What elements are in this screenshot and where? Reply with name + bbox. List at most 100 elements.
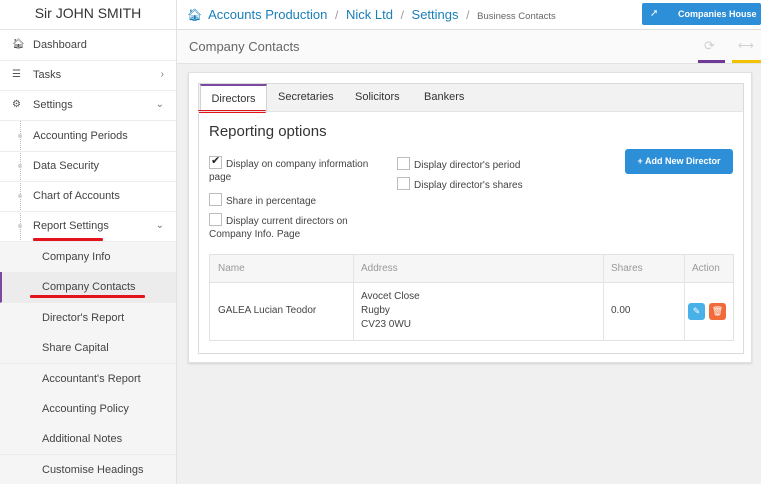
- page-header: Company Contacts ⟳ ⟷: [177, 30, 761, 64]
- tree-dot: [18, 224, 22, 228]
- nav-chart-of-accounts-label: Chart of Accounts: [33, 190, 120, 202]
- chevron-right-icon: ›: [160, 69, 164, 80]
- option-label: Display on company information page: [209, 159, 369, 183]
- nav-accounting-periods-label: Accounting Periods: [33, 130, 128, 142]
- refresh-icon[interactable]: ⟳: [704, 38, 715, 54]
- tab-directors-label: Directors: [211, 93, 256, 105]
- edit-button[interactable]: ✎: [688, 303, 705, 320]
- crumb-settings[interactable]: Settings: [412, 7, 459, 22]
- option-display-on-company-info[interactable]: Display on company information page: [209, 155, 379, 184]
- nav-company-info[interactable]: Company Info: [0, 242, 176, 273]
- top-bar: 🏠︎ Accounts Production / Nick Ltd / Sett…: [177, 0, 761, 30]
- column-divider: [603, 255, 604, 340]
- report-settings-underline: [33, 238, 103, 241]
- crumb-separator: /: [400, 8, 404, 22]
- nav-settings-label: Settings: [33, 99, 73, 111]
- external-link-icon: ➚: [650, 8, 659, 19]
- crumb-accounts-production[interactable]: Accounts Production: [208, 7, 327, 22]
- nav-directors-report-label: Director's Report: [42, 312, 125, 324]
- nav-tasks-label: Tasks: [33, 69, 62, 81]
- home-icon: 🏠︎: [12, 39, 25, 50]
- directors-table: Name Address Shares Action GALEA Lucian …: [209, 254, 734, 341]
- nav-accountants-report[interactable]: Accountant's Report: [0, 364, 176, 395]
- tab-secretaries-label: Secretaries: [278, 91, 334, 103]
- option-display-current-directors[interactable]: Display current directors on Company Inf…: [209, 213, 364, 241]
- tree-dot: [18, 164, 22, 168]
- tab-bankers[interactable]: Bankers: [424, 84, 464, 112]
- tab-secretaries[interactable]: Secretaries: [278, 84, 334, 112]
- option-label: Share in percentage: [226, 196, 317, 207]
- checkbox[interactable]: [397, 177, 410, 190]
- nav-customise-headings[interactable]: Customise Headings: [0, 455, 176, 484]
- nav-accounting-policy[interactable]: Accounting Policy: [0, 394, 176, 425]
- home-icon[interactable]: 🏠︎: [187, 8, 202, 22]
- nav-chart-of-accounts[interactable]: Chart of Accounts: [0, 181, 176, 212]
- checkbox[interactable]: [209, 213, 222, 226]
- crumb-separator: /: [335, 8, 339, 22]
- breadcrumb: 🏠︎ Accounts Production / Nick Ltd / Sett…: [187, 7, 556, 22]
- cell-address-line2: Rugby: [361, 305, 390, 316]
- reporting-options-title: Reporting options: [209, 123, 327, 140]
- crumb-business-contacts: Business Contacts: [477, 11, 556, 22]
- option-display-directors-period[interactable]: Display director's period: [397, 157, 597, 172]
- option-share-in-percentage[interactable]: Share in percentage: [209, 193, 379, 208]
- nav-dashboard[interactable]: 🏠︎ Dashboard: [0, 30, 176, 61]
- column-divider: [684, 255, 685, 340]
- tab-solicitors[interactable]: Solicitors: [355, 84, 400, 112]
- user-name: Sir JOHN SMITH: [0, 0, 176, 30]
- nav-company-info-label: Company Info: [42, 251, 111, 263]
- companies-house-label: Companies House: [678, 9, 757, 19]
- nav-company-contacts-label: Company Contacts: [42, 281, 136, 293]
- nav-accounting-policy-label: Accounting Policy: [42, 403, 129, 415]
- delete-button[interactable]: 🗑︎: [709, 303, 726, 320]
- nav-share-capital-label: Share Capital: [42, 342, 109, 354]
- nav-data-security-label: Data Security: [33, 160, 100, 172]
- nav-additional-notes[interactable]: Additional Notes: [0, 424, 176, 455]
- header-shares: Shares: [611, 263, 643, 274]
- page-title: Company Contacts: [189, 39, 300, 54]
- option-label: Display director's shares: [414, 180, 523, 191]
- trash-icon: 🗑︎: [711, 306, 724, 316]
- table-header: Name Address Shares Action: [210, 255, 733, 283]
- nav-share-capital[interactable]: Share Capital: [0, 333, 176, 364]
- cell-address-line1: Avocet Close: [361, 291, 420, 302]
- tab-directors[interactable]: Directors: [200, 84, 267, 112]
- expand-icon[interactable]: ⟷: [738, 39, 754, 52]
- contacts-card: Directors Secretaries Solicitors Bankers…: [188, 72, 752, 363]
- option-label: Display current directors on Company Inf…: [209, 216, 348, 240]
- nav-data-security[interactable]: Data Security: [0, 151, 176, 182]
- nav-report-settings[interactable]: Report Settings ⌄: [0, 211, 176, 242]
- chevron-down-icon: ⌄: [155, 99, 164, 110]
- list-icon: ☰: [12, 69, 21, 80]
- crumb-separator: /: [466, 8, 470, 22]
- header-address: Address: [361, 263, 398, 274]
- nav-settings[interactable]: ⚙ Settings ⌄: [0, 90, 176, 121]
- checkbox[interactable]: [397, 157, 410, 170]
- nav-report-settings-label: Report Settings: [33, 220, 109, 232]
- option-display-directors-shares[interactable]: Display director's shares: [397, 177, 597, 192]
- nav-directors-report[interactable]: Director's Report: [0, 303, 176, 334]
- tab-solicitors-label: Solicitors: [355, 91, 400, 103]
- checkbox-checked[interactable]: [209, 155, 222, 169]
- tree-dot: [18, 134, 22, 138]
- companies-house-button[interactable]: ➚ Companies House: [642, 3, 761, 25]
- checkbox[interactable]: [209, 193, 222, 206]
- add-new-director-button[interactable]: + Add New Director: [625, 149, 733, 174]
- header-name: Name: [218, 263, 245, 274]
- nav-tasks[interactable]: ☰ Tasks ›: [0, 60, 176, 91]
- gear-icon: ⚙: [12, 99, 21, 110]
- nav-accountants-report-label: Accountant's Report: [42, 373, 141, 385]
- accent-bar-purple: [698, 60, 725, 63]
- crumb-nick-ltd[interactable]: Nick Ltd: [346, 7, 393, 22]
- tab-bankers-label: Bankers: [424, 91, 465, 103]
- nav-accounting-periods[interactable]: Accounting Periods: [0, 121, 176, 152]
- sidebar: Sir JOHN SMITH 🏠︎ Dashboard ☰ Tasks › ⚙ …: [0, 0, 177, 484]
- chevron-down-icon: ⌄: [155, 220, 164, 231]
- nav-customise-headings-label: Customise Headings: [42, 464, 144, 476]
- cell-shares: 0.00: [611, 305, 631, 316]
- nav-dashboard-label: Dashboard: [33, 39, 87, 51]
- header-action: Action: [692, 263, 720, 274]
- nav-additional-notes-label: Additional Notes: [42, 433, 123, 445]
- cell-name: GALEA Lucian Teodor: [218, 305, 317, 316]
- tree-dot: [18, 194, 22, 198]
